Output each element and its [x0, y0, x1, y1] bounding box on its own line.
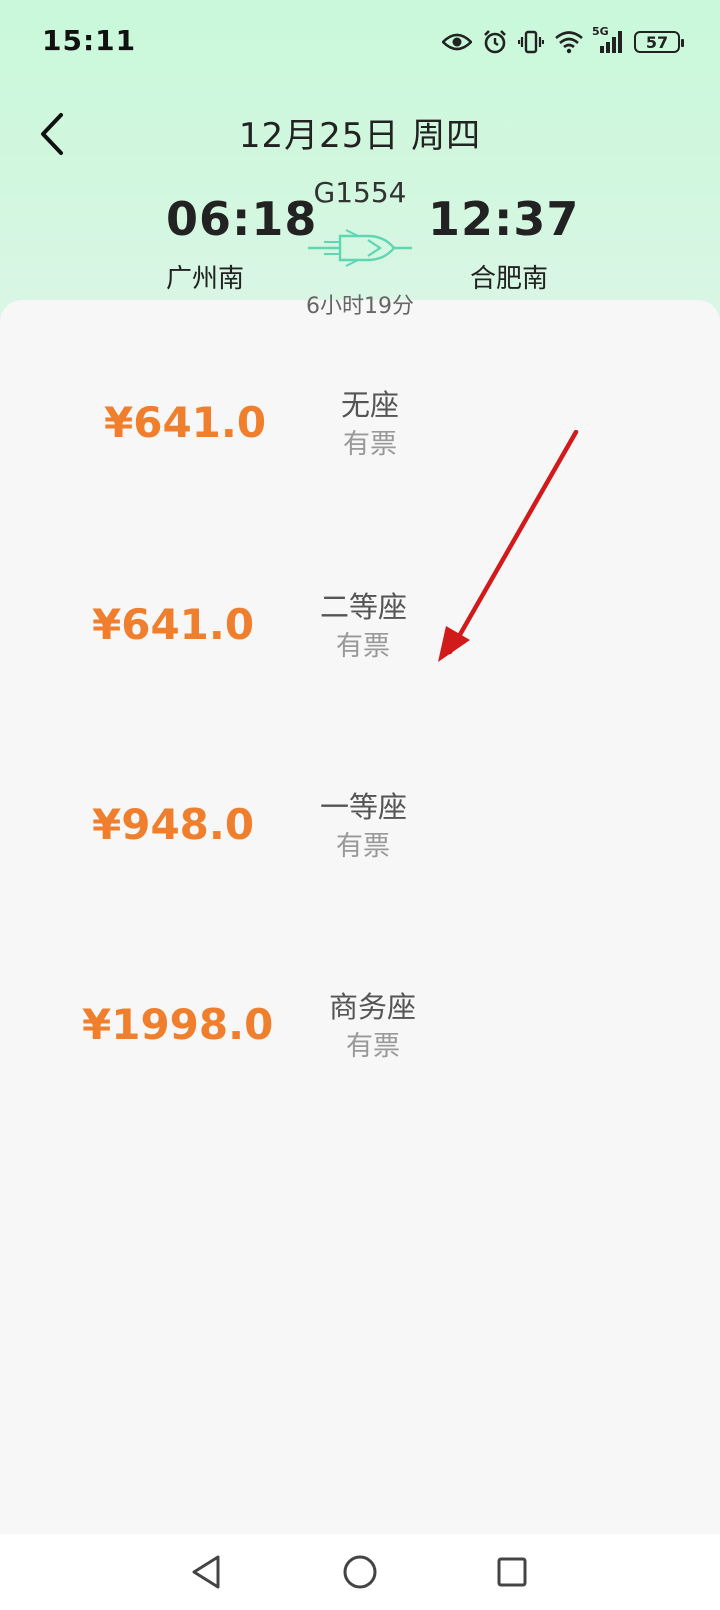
network-type: 5G [592, 25, 609, 38]
nav-back-button[interactable] [182, 1548, 230, 1596]
alarm-icon [482, 27, 508, 57]
seat-name: 一等座 [320, 790, 408, 824]
wifi-icon [554, 27, 584, 57]
seat-status: 有票 [346, 1031, 400, 1062]
arrival-time: 12:37 [428, 192, 580, 246]
departure-time: 06:18 [166, 192, 318, 246]
eye-icon [442, 27, 472, 57]
seat-row-second-class[interactable]: ¥641.0 二等座 有票 [0, 586, 720, 676]
seat-name: 无座 [341, 388, 400, 422]
status-icons: 5G 57 [442, 25, 684, 58]
status-time: 15:11 [42, 24, 137, 57]
seat-status: 有票 [343, 429, 397, 460]
seat-price: ¥641.0 [104, 398, 267, 447]
nav-recents-button[interactable] [488, 1548, 536, 1596]
seat-status: 有票 [336, 831, 390, 862]
trip-duration: 6小时19分 [306, 294, 414, 319]
nav-home-button[interactable] [336, 1548, 384, 1596]
train-icon [308, 229, 412, 267]
seat-name: 二等座 [320, 590, 408, 624]
seat-name: 商务座 [329, 990, 417, 1024]
circle-home-icon [343, 1555, 377, 1589]
system-nav-bar [0, 1534, 720, 1610]
seat-row-no-seat[interactable]: ¥641.0 无座 有票 [0, 384, 720, 474]
vibrate-icon [518, 27, 544, 57]
battery-icon: 57 [634, 31, 684, 53]
seat-row-business-class[interactable]: ¥1998.0 商务座 有票 [0, 986, 720, 1076]
seat-row-first-class[interactable]: ¥948.0 一等座 有票 [0, 786, 720, 876]
signal-icon: 5G [592, 25, 624, 57]
triangle-back-icon [192, 1555, 220, 1589]
seat-price: ¥1998.0 [82, 1000, 274, 1049]
square-recents-icon [497, 1557, 527, 1587]
seat-status: 有票 [336, 631, 390, 662]
seat-price: ¥641.0 [92, 600, 255, 649]
travel-date: 12月25日 周四 [238, 116, 482, 156]
seat-price: ¥948.0 [92, 800, 255, 849]
status-bar: 15:11 5G 57 [0, 0, 720, 84]
seat-list-card: ¥641.0 无座 有票 ¥641.0 二等座 有票 ¥948.0 一等座 有票… [0, 300, 720, 1534]
train-number: G1554 [313, 176, 407, 209]
battery-level: 57 [645, 32, 669, 52]
